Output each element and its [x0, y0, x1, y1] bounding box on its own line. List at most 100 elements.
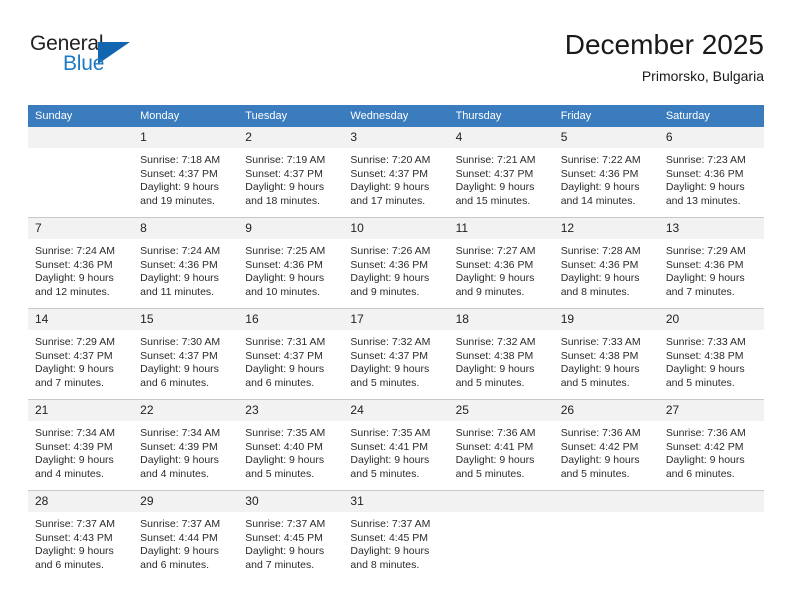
day-cell[interactable]: 7 Sunrise: 7:24 AM Sunset: 4:36 PM Daylight…	[28, 217, 134, 309]
day-cell[interactable]: 30 Sunrise: 7:37 AM Sunset: 4:45 PM Dayligh…	[238, 490, 344, 581]
day-cell[interactable]: 15 Sunrise: 7:30 AM Sunset: 4:37 PM Dayligh…	[133, 308, 239, 400]
day-sunset-text: Sunset: 4:41 PM	[455, 440, 534, 453]
day-daylight2-text: and 5 minutes.	[560, 467, 630, 480]
day-sunset-text: Sunset: 4:45 PM	[245, 531, 323, 544]
day-sunset-text: Sunset: 4:41 PM	[350, 440, 429, 453]
day-daylight1-text: Daylight: 9 hours	[350, 181, 430, 194]
day-number	[553, 491, 659, 512]
day-daylight2-text: and 19 minutes.	[140, 194, 215, 207]
calendar-week-row: 21 Sunrise: 7:34 AM Sunset: 4:39 PM Dayligh…	[28, 399, 764, 491]
day-sun-info: Sunrise: 7:18 AM Sunset: 4:37 PM Daylight:…	[133, 148, 238, 208]
day-daylight2-text: and 4 minutes.	[35, 467, 104, 480]
day-cell[interactable]: 16 Sunrise: 7:31 AM Sunset: 4:37 PM Dayligh…	[238, 308, 344, 400]
day-daylight1-text: Daylight: 9 hours	[140, 181, 219, 194]
day-daylight2-text: and 5 minutes.	[455, 376, 525, 389]
day-cell[interactable]: 4 Sunrise: 7:21 AM Sunset: 4:37 PM Daylight…	[448, 127, 554, 218]
day-cell[interactable]: 20 Sunrise: 7:33 AM Sunset: 4:38 PM Dayligh…	[658, 308, 764, 400]
day-sun-info: Sunrise: 7:34 AM Sunset: 4:39 PM Daylight:…	[133, 421, 238, 481]
day-sunset-text: Sunset: 4:36 PM	[455, 258, 534, 271]
day-sunrise-text: Sunrise: 7:18 AM	[140, 154, 221, 166]
day-cell[interactable]: 10 Sunrise: 7:26 AM Sunset: 4:36 PM Dayligh…	[343, 217, 449, 309]
day-sun-info: Sunrise: 7:29 AM Sunset: 4:37 PM Daylight:…	[28, 330, 133, 390]
day-cell[interactable]: 19 Sunrise: 7:33 AM Sunset: 4:38 PM Dayligh…	[553, 308, 659, 400]
day-cell[interactable]: 5 Sunrise: 7:22 AM Sunset: 4:36 PM Daylight…	[553, 127, 659, 218]
day-cell[interactable]: 3 Sunrise: 7:20 AM Sunset: 4:37 PM Daylight…	[343, 127, 449, 218]
day-cell[interactable]: 12 Sunrise: 7:28 AM Sunset: 4:36 PM Dayligh…	[553, 217, 659, 309]
day-cell[interactable]: 23 Sunrise: 7:35 AM Sunset: 4:40 PM Dayligh…	[238, 399, 344, 491]
day-daylight1-text: Daylight: 9 hours	[350, 545, 430, 558]
generalblue-logo[interactable]: General Blue	[30, 32, 170, 92]
day-sunrise-text: Sunrise: 7:29 AM	[35, 336, 115, 348]
day-number	[658, 491, 764, 512]
day-cell[interactable]: 21 Sunrise: 7:34 AM Sunset: 4:39 PM Dayligh…	[28, 399, 134, 491]
day-sunrise-text: Sunrise: 7:29 AM	[665, 245, 746, 257]
day-sunset-text: Sunset: 4:44 PM	[140, 531, 218, 544]
day-sunset-text: Sunset: 4:37 PM	[245, 349, 323, 362]
day-sunset-text: Sunset: 4:37 PM	[350, 167, 429, 180]
day-daylight2-text: and 13 minutes.	[665, 194, 741, 207]
day-daylight1-text: Daylight: 9 hours	[560, 272, 640, 285]
day-number: 13	[658, 218, 764, 239]
day-sunrise-text: Sunrise: 7:31 AM	[245, 336, 326, 348]
day-cell[interactable]: 6 Sunrise: 7:23 AM Sunset: 4:36 PM Daylight…	[658, 127, 764, 218]
day-sunrise-text: Sunrise: 7:33 AM	[560, 336, 641, 348]
day-cell[interactable]: 22 Sunrise: 7:34 AM Sunset: 4:39 PM Dayligh…	[133, 399, 239, 491]
day-cell[interactable]: 17 Sunrise: 7:32 AM Sunset: 4:37 PM Dayligh…	[343, 308, 449, 400]
day-cell[interactable]: 28 Sunrise: 7:37 AM Sunset: 4:43 PM Dayligh…	[28, 490, 134, 581]
day-cell[interactable]: 31 Sunrise: 7:37 AM Sunset: 4:45 PM Dayligh…	[343, 490, 449, 581]
day-number: 16	[238, 309, 344, 330]
day-sun-info: Sunrise: 7:26 AM Sunset: 4:36 PM Daylight:…	[343, 239, 448, 299]
day-number: 30	[238, 491, 344, 512]
calendar-header-row: Sunday Monday Tuesday Wednesday Thursday…	[28, 105, 764, 127]
day-daylight2-text: and 12 minutes.	[35, 285, 110, 298]
day-number	[28, 127, 134, 148]
day-daylight2-text: and 5 minutes.	[350, 376, 420, 389]
day-cell[interactable]: 25 Sunrise: 7:36 AM Sunset: 4:41 PM Dayligh…	[448, 399, 554, 491]
day-cell[interactable]: 18 Sunrise: 7:32 AM Sunset: 4:38 PM Dayligh…	[448, 308, 554, 400]
day-sunrise-text: Sunrise: 7:22 AM	[560, 154, 641, 166]
day-cell[interactable]: 8 Sunrise: 7:24 AM Sunset: 4:36 PM Daylight…	[133, 217, 239, 309]
day-daylight2-text: and 6 minutes.	[665, 467, 735, 480]
weekday-header-friday: Friday	[553, 105, 659, 127]
day-daylight1-text: Daylight: 9 hours	[140, 454, 219, 467]
day-number: 1	[133, 127, 239, 148]
day-sunset-text: Sunset: 4:36 PM	[35, 258, 113, 271]
page-header: General Blue December 2025 Primorsko, Bu…	[28, 28, 764, 98]
day-sunset-text: Sunset: 4:43 PM	[35, 531, 113, 544]
day-cell[interactable]: 1 Sunrise: 7:18 AM Sunset: 4:37 PM Daylight…	[133, 127, 239, 218]
page-subtitle: Primorsko, Bulgaria	[641, 68, 764, 84]
day-cell[interactable]: 2 Sunrise: 7:19 AM Sunset: 4:37 PM Daylight…	[238, 127, 344, 218]
day-number: 21	[28, 400, 134, 421]
day-sun-info: Sunrise: 7:29 AM Sunset: 4:36 PM Daylight:…	[659, 239, 764, 299]
day-cell[interactable]: 11 Sunrise: 7:27 AM Sunset: 4:36 PM Dayligh…	[448, 217, 554, 309]
day-sunset-text: Sunset: 4:36 PM	[560, 167, 639, 180]
day-sunrise-text: Sunrise: 7:27 AM	[455, 245, 536, 257]
day-number: 17	[343, 309, 449, 330]
day-number: 25	[448, 400, 554, 421]
day-sunset-text: Sunset: 4:37 PM	[455, 167, 534, 180]
day-number: 3	[343, 127, 449, 148]
weekday-header-saturday: Saturday	[658, 105, 764, 127]
day-number: 18	[448, 309, 554, 330]
day-cell[interactable]: 13 Sunrise: 7:29 AM Sunset: 4:36 PM Dayligh…	[658, 217, 764, 309]
calendar-page: General Blue December 2025 Primorsko, Bu…	[0, 0, 792, 612]
day-cell[interactable]: 26 Sunrise: 7:36 AM Sunset: 4:42 PM Dayligh…	[553, 399, 659, 491]
day-cell[interactable]: 29 Sunrise: 7:37 AM Sunset: 4:44 PM Dayligh…	[133, 490, 239, 581]
calendar-week-row: 14 Sunrise: 7:29 AM Sunset: 4:37 PM Dayligh…	[28, 308, 764, 400]
day-number: 31	[343, 491, 449, 512]
day-cell[interactable]: 9 Sunrise: 7:25 AM Sunset: 4:36 PM Daylight…	[238, 217, 344, 309]
day-sun-info: Sunrise: 7:25 AM Sunset: 4:36 PM Daylight:…	[238, 239, 343, 299]
day-sunrise-text: Sunrise: 7:23 AM	[665, 154, 746, 166]
day-sun-info: Sunrise: 7:36 AM Sunset: 4:41 PM Daylight:…	[449, 421, 554, 481]
day-sunset-text: Sunset: 4:36 PM	[350, 258, 429, 271]
day-daylight2-text: and 6 minutes.	[35, 558, 104, 571]
day-sun-info: Sunrise: 7:32 AM Sunset: 4:38 PM Daylight:…	[449, 330, 554, 390]
day-sunset-text: Sunset: 4:36 PM	[245, 258, 323, 271]
day-cell[interactable]: 14 Sunrise: 7:29 AM Sunset: 4:37 PM Dayligh…	[28, 308, 134, 400]
day-cell[interactable]: 24 Sunrise: 7:35 AM Sunset: 4:41 PM Dayligh…	[343, 399, 449, 491]
day-cell[interactable]: 27 Sunrise: 7:36 AM Sunset: 4:42 PM Dayligh…	[658, 399, 764, 491]
day-sunset-text: Sunset: 4:36 PM	[560, 258, 639, 271]
day-daylight2-text: and 6 minutes.	[140, 558, 210, 571]
day-sun-info: Sunrise: 7:37 AM Sunset: 4:44 PM Daylight:…	[133, 512, 238, 572]
day-number: 11	[448, 218, 554, 239]
